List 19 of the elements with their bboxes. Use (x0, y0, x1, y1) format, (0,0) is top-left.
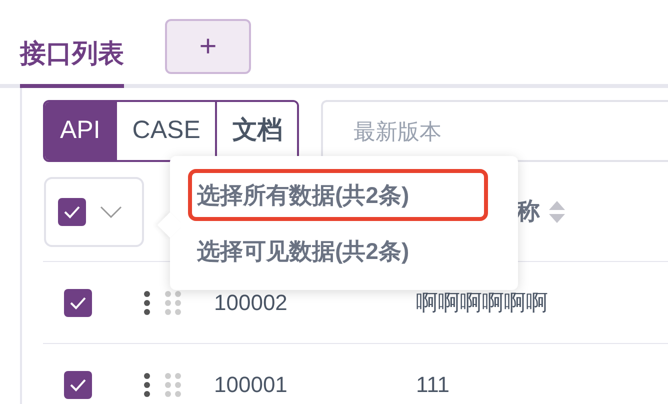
table-cell-text: 100001 (214, 371, 288, 399)
checkbox[interactable] (58, 198, 86, 226)
more-icon[interactable] (143, 372, 151, 396)
chevron-down-icon (100, 206, 122, 218)
select-all-dropdown[interactable] (44, 176, 144, 246)
add-tab-button[interactable]: + (165, 19, 251, 74)
table-cell-text: 111 (416, 371, 450, 399)
checkbox[interactable] (64, 288, 92, 316)
tab[interactable]: 接口列表 (20, 22, 124, 88)
more-icon[interactable] (143, 290, 151, 314)
table-cell-text: 100002 (214, 289, 288, 317)
table-cell-text: 啊啊啊啊啊啊 (416, 289, 548, 317)
column-header: 称 (516, 196, 540, 226)
menu-item[interactable]: 选择可见数据(共2条) (188, 225, 488, 278)
menu-item[interactable]: 选择所有数据(共2条) (188, 168, 488, 221)
checkbox[interactable] (64, 370, 92, 398)
drag-handle-icon[interactable] (165, 290, 181, 314)
drag-handle-icon[interactable] (165, 372, 181, 396)
segment-tab[interactable]: API (45, 102, 116, 160)
